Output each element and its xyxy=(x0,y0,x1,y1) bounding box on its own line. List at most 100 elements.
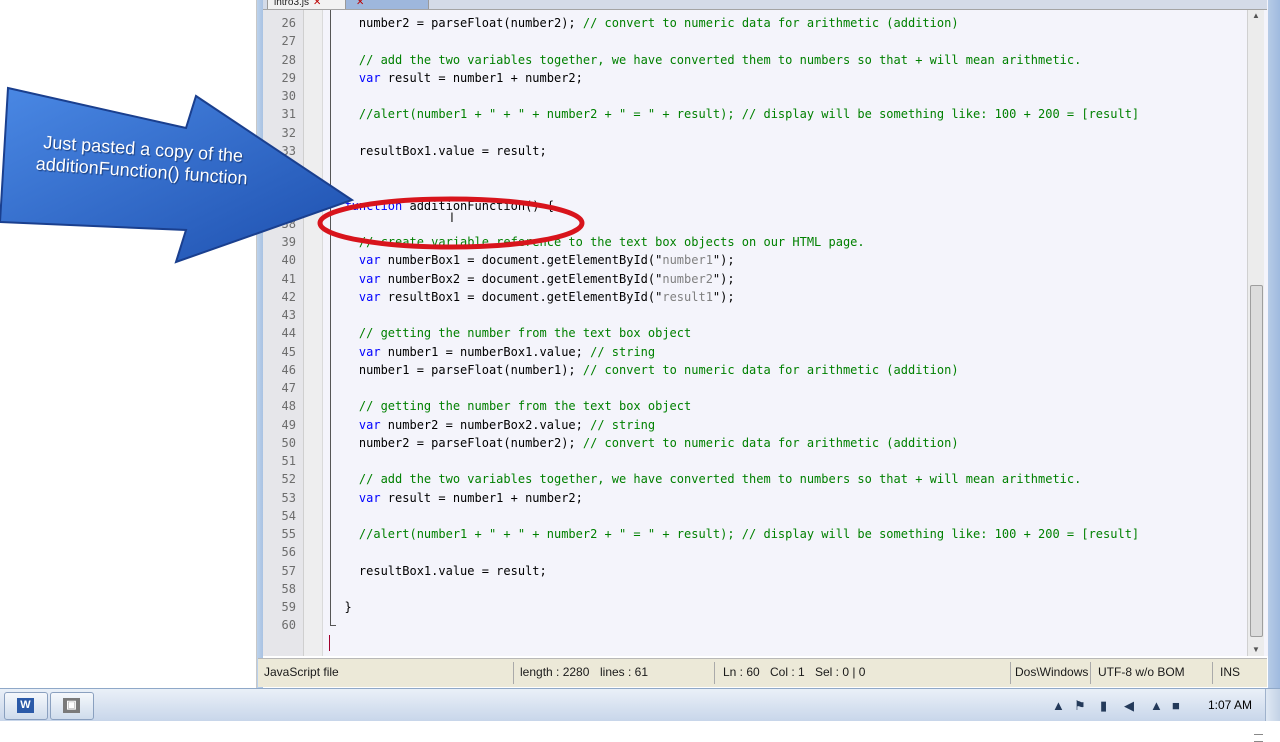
line-number: 56 xyxy=(281,545,296,560)
code-text: number1 = parseFloat(number1); // conver… xyxy=(330,361,959,379)
mouse-ibeam-icon: I xyxy=(450,209,454,225)
line-number: 42 xyxy=(281,289,296,304)
code-text: number2 = parseFloat(number2); // conver… xyxy=(330,434,959,452)
status-bar: JavaScript file length : 2280 lines : 61… xyxy=(258,658,1267,687)
code-line[interactable]: 54 xyxy=(263,507,1267,525)
code-comment: // getting the number from the text box … xyxy=(330,326,692,341)
code-token: numberBox1 = document.getElementById(" xyxy=(380,253,663,268)
code-token: resultBox1.value = result; xyxy=(330,563,547,578)
code-line[interactable]: 41 var numberBox2 = document.getElementB… xyxy=(263,270,1267,288)
code-line[interactable]: 48 // getting the number from the text b… xyxy=(263,397,1267,415)
code-line[interactable]: 26 number2 = parseFloat(number2); // con… xyxy=(263,14,1267,32)
screen-icon[interactable]: ■ xyxy=(1172,698,1180,713)
code-text: var number2 = numberBox2.value; // strin… xyxy=(330,416,655,434)
code-line[interactable]: 46 number1 = parseFloat(number1); // con… xyxy=(263,361,1267,379)
code-line[interactable] xyxy=(263,178,1267,196)
app-icon: ▣ xyxy=(63,698,80,713)
code-text: var numberBox2 = document.getElementById… xyxy=(330,270,735,288)
status-mode: INS xyxy=(1220,665,1241,679)
flag-icon[interactable]: ⚑ xyxy=(1074,698,1086,714)
code-comment: // getting the number from the text box … xyxy=(330,399,692,414)
status-length: length : 2280 xyxy=(520,665,590,679)
code-comment: // add the two variables together, we ha… xyxy=(330,472,1082,487)
code-token: number1 = parseFloat(number1); xyxy=(330,362,583,377)
code-text: number2 = parseFloat(number2); // conver… xyxy=(330,14,959,32)
code-line[interactable]: 43 xyxy=(263,306,1267,324)
network-icon[interactable]: ▮ xyxy=(1100,698,1107,714)
clock[interactable]: 1:07 AM xyxy=(1208,698,1252,712)
code-keyword: var xyxy=(330,417,381,432)
code-string: number2 xyxy=(662,271,713,286)
code-comment: // convert to numeric data for arithmeti… xyxy=(582,435,959,450)
code-line[interactable]: 44 // getting the number from the text b… xyxy=(263,324,1267,342)
status-separator xyxy=(513,662,514,684)
code-line[interactable]: 53 var result = number1 + number2; xyxy=(263,489,1267,507)
code-line[interactable]: 52 // add the two variables together, we… xyxy=(263,470,1267,488)
code-line[interactable]: 59 } xyxy=(263,598,1267,616)
code-line[interactable]: 56 xyxy=(263,543,1267,561)
line-number: 59 xyxy=(281,600,296,614)
code-token: "); xyxy=(712,271,735,286)
code-keyword: var xyxy=(330,344,381,359)
status-lines: lines : 61 xyxy=(600,665,649,679)
code-line[interactable]: 30 xyxy=(263,87,1267,105)
line-number: 55 xyxy=(281,527,296,541)
text-caret xyxy=(329,635,330,651)
show-hidden-icons-icon[interactable]: ▲ xyxy=(1052,698,1065,713)
code-token: "); xyxy=(712,253,735,268)
code-line[interactable]: 29 var result = number1 + number2; xyxy=(263,69,1267,87)
code-line[interactable]: 47 xyxy=(263,379,1267,397)
line-number: 54 xyxy=(281,508,296,523)
line-number: 53 xyxy=(281,490,296,505)
code-text: //alert(number1 + " + " + number2 + " = … xyxy=(330,105,1139,123)
code-token: number1 = numberBox1.value; xyxy=(380,344,591,359)
code-line[interactable]: 31 //alert(number1 + " + " + number2 + "… xyxy=(263,105,1267,123)
code-line[interactable]: 60 xyxy=(263,616,1267,634)
code-line[interactable]: 33 resultBox1.value = result; xyxy=(263,142,1267,160)
status-separator xyxy=(714,662,715,684)
scroll-up-arrow-icon[interactable]: ▲ xyxy=(1248,10,1264,22)
code-comment: // convert to numeric data for arithmeti… xyxy=(582,362,959,377)
code-comment: // convert to numeric data for arithmeti… xyxy=(582,16,959,30)
code-line[interactable]: 49 var number2 = numberBox2.value; // st… xyxy=(263,416,1267,434)
line-number: 43 xyxy=(281,308,296,322)
code-token: number2 = parseFloat(number2); xyxy=(330,435,583,450)
code-comment: //alert(number1 + " + " + number2 + " = … xyxy=(330,107,1140,122)
code-keyword: var xyxy=(330,490,381,505)
line-number: 57 xyxy=(281,563,296,578)
line-number: 58 xyxy=(281,581,296,596)
show-desktop-button[interactable] xyxy=(1265,689,1280,721)
code-line[interactable] xyxy=(263,160,1267,178)
code-text: //alert(number1 + " + " + number2 + " = … xyxy=(330,525,1139,543)
code-string: number1 xyxy=(662,253,713,268)
code-line[interactable]: 55 //alert(number1 + " + " + number2 + "… xyxy=(263,525,1267,543)
code-line[interactable]: 51 xyxy=(263,452,1267,470)
scrollbar-thumb[interactable] xyxy=(1250,285,1263,742)
line-number: 46 xyxy=(281,362,296,377)
volume-icon[interactable]: ◀ xyxy=(1124,698,1134,714)
scroll-down-arrow-icon[interactable]: ▼ xyxy=(1248,644,1264,656)
code-text: } xyxy=(330,598,351,616)
code-line[interactable]: 42 var resultBox1 = document.getElementB… xyxy=(263,288,1267,306)
code-line[interactable]: 57 resultBox1.value = result; xyxy=(263,562,1267,580)
taskbar-app-button[interactable]: ▣ xyxy=(50,692,94,720)
file-tab-bar: intro3.js ✕ ✕ xyxy=(263,0,1267,10)
code-line[interactable]: 32 xyxy=(263,124,1267,142)
status-separator xyxy=(1010,662,1011,684)
code-line[interactable]: 27 xyxy=(263,32,1267,50)
code-token: result = number1 + number2; xyxy=(380,70,583,85)
word-icon: W xyxy=(17,698,34,713)
vertical-scrollbar[interactable]: ▲ ▼ xyxy=(1247,10,1264,742)
code-lines[interactable]: 26 number2 = parseFloat(number2); // con… xyxy=(263,14,1267,635)
code-line[interactable]: 28 // add the two variables together, we… xyxy=(263,51,1267,69)
code-text: var number1 = numberBox1.value; // strin… xyxy=(330,343,655,361)
code-line[interactable]: 45 var number1 = numberBox1.value; // st… xyxy=(263,343,1267,361)
status-separator xyxy=(1212,662,1213,684)
code-token: resultBox1 = document.getElementById(" xyxy=(380,289,663,304)
code-line[interactable]: 40 var numberBox1 = document.getElementB… xyxy=(263,251,1267,269)
code-token: "); xyxy=(712,289,735,304)
taskbar-word-button[interactable]: W xyxy=(4,692,48,720)
code-line[interactable]: 50 number2 = parseFloat(number2); // con… xyxy=(263,434,1267,452)
code-line[interactable]: 58 xyxy=(263,580,1267,598)
drive-icon[interactable]: ▲ xyxy=(1150,698,1163,713)
